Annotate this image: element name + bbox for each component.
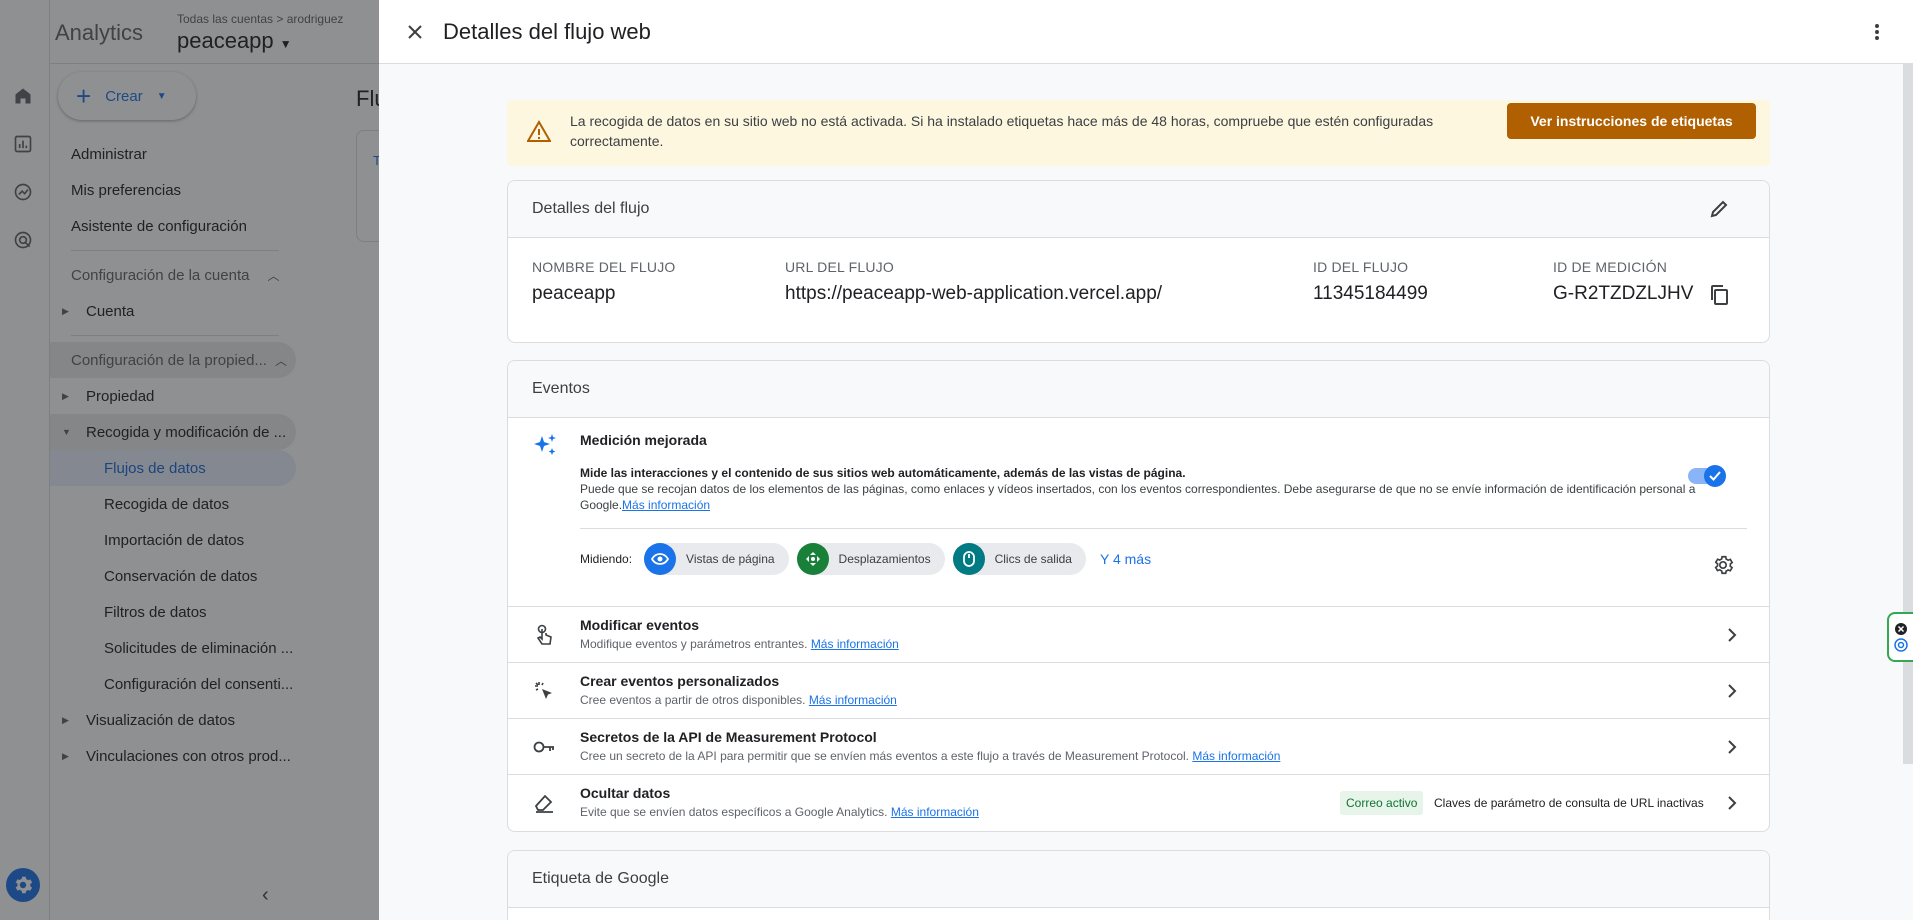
cursor-click-icon <box>532 679 556 703</box>
chip-outbound-clicks-label: Clics de salida <box>994 552 1072 566</box>
redact-data-row[interactable]: Ocultar datos Evite que se envíen datos … <box>508 774 1769 830</box>
redact-data-desc: Evite que se envíen datos específicos a … <box>580 805 979 819</box>
learn-more-link[interactable]: Más información <box>622 498 710 512</box>
enhanced-measurement-title: Medición mejorada <box>580 432 707 448</box>
enhanced-measurement-description: Mide las interacciones y el contenido de… <box>580 465 1705 513</box>
chevron-right-icon <box>1720 791 1744 815</box>
web-stream-details-drawer: Detalles del flujo web La recogida de da… <box>379 0 1913 920</box>
mouse-icon <box>952 543 985 575</box>
measurement-id-field: ID DE MEDICIÓN G-R2TZDZLJHV <box>1553 259 1693 305</box>
stream-details-card: Detalles del flujo NOMBRE DEL FLUJO peac… <box>507 180 1770 343</box>
measurement-id-value: G-R2TZDZLJHV <box>1553 283 1694 304</box>
extension-logo-icon[interactable] <box>1894 638 1908 652</box>
tag-warning-banner: La recogida de datos en su sitio web no … <box>507 100 1770 166</box>
em-description-line-1: Mide las interacciones y el contenido de… <box>580 466 1186 480</box>
scroll-icon <box>796 543 829 575</box>
google-tag-card: Etiqueta de Google <box>507 850 1770 920</box>
check-icon <box>1709 471 1721 481</box>
measurement-protocol-desc-text: Cree un secreto de la API para permitir … <box>580 749 1189 763</box>
redact-data-desc-text: Evite que se envíen datos específicos a … <box>580 805 888 819</box>
create-custom-events-title: Crear eventos personalizados <box>580 673 780 689</box>
warning-icon <box>527 120 551 142</box>
eye-icon <box>644 543 677 575</box>
modify-events-row[interactable]: Modificar eventos Modifique eventos y pa… <box>508 606 1769 662</box>
divider <box>580 528 1747 529</box>
more-vert-icon[interactable] <box>1865 20 1889 44</box>
sparkle-icon <box>534 434 556 455</box>
events-header: Eventos <box>508 361 1769 418</box>
stream-url-field: URL DEL FLUJO https://peaceapp-web-appli… <box>785 259 1162 305</box>
stream-url-value: https://peaceapp-web-application.vercel.… <box>785 283 1163 304</box>
stream-details-header: Detalles del flujo <box>508 181 1769 238</box>
chip-outbound-clicks: Clics de salida <box>952 543 1086 575</box>
redact-data-title: Ocultar datos <box>580 785 671 801</box>
close-circle-icon[interactable] <box>1894 622 1908 636</box>
google-tag-header: Etiqueta de Google <box>508 851 1769 908</box>
touch-icon <box>532 623 556 647</box>
modify-events-desc: Modifique eventos y parámetros entrantes… <box>580 637 899 651</box>
measurement-id-label: ID DE MEDICIÓN <box>1553 259 1668 275</box>
close-icon[interactable] <box>403 20 427 44</box>
create-custom-events-desc: Cree eventos a partir de otros disponibl… <box>580 693 897 707</box>
stream-name-label: NOMBRE DEL FLUJO <box>532 259 676 275</box>
chevron-right-icon <box>1720 623 1744 647</box>
stream-name-field: NOMBRE DEL FLUJO peaceapp <box>532 259 675 305</box>
banner-text: La recogida de datos en su sitio web no … <box>570 113 1434 149</box>
chevron-right-icon <box>1720 735 1744 759</box>
edit-pencil-icon[interactable] <box>1707 197 1731 221</box>
chip-scrolls-label: Desplazamientos <box>838 552 931 566</box>
learn-more-link[interactable]: Más información <box>811 637 899 651</box>
stream-id-value: 11345184499 <box>1313 283 1428 304</box>
drawer-title: Detalles del flujo web <box>443 19 651 44</box>
em-description-line-2: Puede que se recojan datos de los elemen… <box>580 481 1705 513</box>
copy-icon[interactable] <box>1707 283 1731 307</box>
chevron-right-icon <box>1720 679 1744 703</box>
learn-more-link[interactable]: Más información <box>809 693 897 707</box>
learn-more-link[interactable]: Más información <box>891 805 979 819</box>
extension-widget[interactable] <box>1887 612 1913 662</box>
stream-details-heading: Detalles del flujo <box>532 200 650 217</box>
drawer-header: Detalles del flujo web <box>379 0 1913 64</box>
chip-page-views-label: Vistas de página <box>686 552 775 566</box>
view-tag-instructions-button[interactable]: Ver instrucciones de etiquetas <box>1507 103 1756 139</box>
toggle-knob <box>1704 465 1726 487</box>
settings-gear-icon[interactable] <box>1712 554 1734 576</box>
measurement-protocol-desc: Cree un secreto de la API para permitir … <box>580 749 1280 763</box>
create-custom-events-desc-text: Cree eventos a partir de otros disponibl… <box>580 693 806 707</box>
chip-page-views: Vistas de página <box>644 543 789 575</box>
create-custom-events-row[interactable]: Crear eventos personalizados Cree evento… <box>508 662 1769 718</box>
stream-url-label: URL DEL FLUJO <box>785 259 894 275</box>
eraser-icon <box>532 791 556 815</box>
learn-more-link[interactable]: Más información <box>1192 749 1280 763</box>
measurement-protocol-secrets-row[interactable]: Secretos de la API de Measurement Protoc… <box>508 718 1769 774</box>
measuring-label: Midiendo: <box>580 552 633 566</box>
chip-scrolls: Desplazamientos <box>796 543 945 575</box>
stream-name-value: peaceapp <box>532 283 616 304</box>
email-active-badge: Correo activo <box>1340 791 1424 815</box>
google-tag-heading: Etiqueta de Google <box>532 870 669 887</box>
measurement-protocol-title: Secretos de la API de Measurement Protoc… <box>580 729 877 745</box>
em-description-text: Puede que se recojan datos de los elemen… <box>580 482 1696 512</box>
enhanced-measurement-section: Medición mejorada Mide las interacciones… <box>508 418 1769 606</box>
events-heading: Eventos <box>532 380 590 397</box>
url-params-inactive-badge: Claves de parámetro de consulta de URL i… <box>1434 796 1704 810</box>
modify-events-title: Modificar eventos <box>580 617 700 633</box>
more-measurements-link[interactable]: Y 4 más <box>1100 551 1151 567</box>
events-card: Eventos Medición mejorada Mide las inter… <box>507 360 1770 832</box>
modify-events-desc-text: Modifique eventos y parámetros entrantes… <box>580 637 808 651</box>
key-icon <box>532 735 556 759</box>
stream-id-field: ID DEL FLUJO 11345184499 <box>1313 259 1428 305</box>
stream-id-label: ID DEL FLUJO <box>1313 259 1409 275</box>
enhanced-measurement-toggle[interactable] <box>1688 465 1726 487</box>
measuring-chips: Midiendo: Vistas de página Desplazamient… <box>580 543 1151 575</box>
